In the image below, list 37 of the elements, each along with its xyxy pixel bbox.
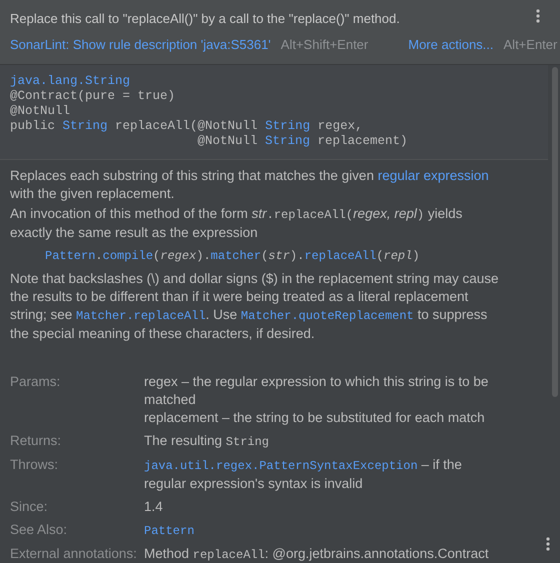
section-label: Since: <box>10 498 49 516</box>
code-line: @Contract(pure = true) <box>10 89 176 103</box>
code-line: @NotNull <box>10 104 70 118</box>
code-link[interactable]: Pattern <box>45 249 96 263</box>
inspection-message: Replace this call to "replaceAll()" by a call to the "replace()" method. <box>10 10 400 28</box>
action-link[interactable]: More actions... <box>408 35 494 55</box>
code-line: java.lang.String <box>10 74 130 88</box>
scrollbar-thumb[interactable] <box>552 67 558 397</box>
code-line: @NotNull String replacement) <box>198 134 408 148</box>
section-label: External annotations: <box>10 545 138 563</box>
code-link[interactable]: java.util.regex.PatternSyntaxException <box>144 459 418 473</box>
more-options-icon[interactable] <box>536 9 540 23</box>
section-label: See Also: <box>10 521 68 539</box>
section-value: java.util.regex.PatternSyntaxException – if the regular expression's syntax is invalid <box>144 456 463 493</box>
code-link[interactable]: compile <box>102 249 154 263</box>
code-line: public String replaceAll(@NotNull String regex, <box>10 119 363 133</box>
code-link[interactable]: replaceAll <box>304 249 376 263</box>
action-link[interactable]: SonarLint: Show rule description 'java:S5361' <box>10 35 271 55</box>
section-value: replacement – the string to be substituted for each match <box>144 409 486 427</box>
code-link[interactable]: Pattern <box>144 524 194 538</box>
shortcut-hint: Alt+Shift+Enter <box>280 36 368 54</box>
section-value: The resulting String <box>144 432 270 451</box>
code-link[interactable]: Matcher.quoteReplacement <box>240 309 414 323</box>
link[interactable]: regular expression <box>378 168 489 183</box>
code-link[interactable]: Matcher.replaceAll <box>76 309 206 323</box>
section-label: Throws: <box>10 456 60 474</box>
description-paragraph: Replaces each substring of this string that matches the given regular expression with the given replacement. <box>10 167 490 203</box>
section-value: 1.4 <box>144 498 164 516</box>
code-example: Pattern.compile(regex).matcher(str).replaceAll(repl) <box>44 248 421 265</box>
description-paragraph: Note that backslashes (\) and dollar signs ($) in the replacement string may cause the results to be different than if it were being treated as a literal replacement string; see Matcher.replaceAll. Use Matcher.quoteReplacement to suppress the special meaning of these characters, if desired. <box>10 270 500 343</box>
code-link[interactable]: matcher <box>210 249 262 263</box>
description-paragraph: An invocation of this method of the form str.replaceAll(regex, repl) yields exactly the same result as the expression <box>10 205 464 242</box>
shortcut-hint: Alt+Enter <box>504 36 558 54</box>
section-label: Params: <box>10 373 62 391</box>
more-options-icon[interactable] <box>546 537 550 551</box>
section-value: Method replaceAll: @org.jetbrains.annotations.Contract <box>144 545 490 563</box>
section-label: Returns: <box>10 432 62 450</box>
